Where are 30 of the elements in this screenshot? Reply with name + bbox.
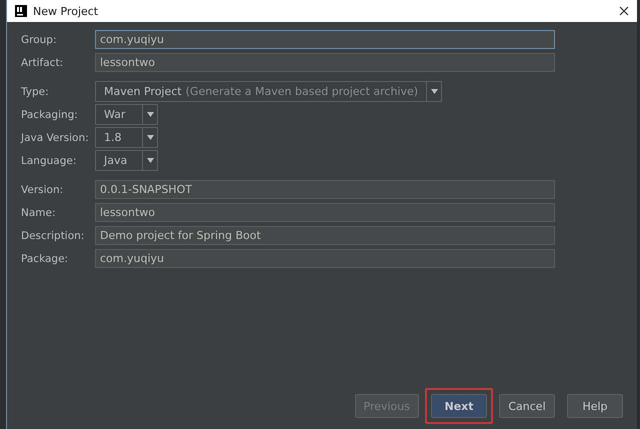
input-field[interactable]: com.yuqiyu (95, 249, 555, 268)
caret-icon (146, 158, 154, 163)
close-icon[interactable] (619, 6, 629, 16)
field-label: Group: (21, 34, 58, 46)
input-field[interactable]: 0.0.1-SNAPSHOT (95, 180, 555, 199)
window-title: New Project (33, 4, 100, 18)
help-button[interactable]: Help (567, 394, 623, 418)
field-label: Package: (21, 252, 70, 264)
input-field[interactable]: lessontwo (95, 203, 555, 222)
dropdown[interactable]: War (95, 104, 158, 125)
field-label: Description: (21, 230, 86, 242)
field-label: Type: (21, 86, 50, 98)
caret-icon (146, 135, 154, 140)
input-field[interactable]: com.yuqiyu (95, 30, 555, 49)
cancel-button[interactable]: Cancel (499, 394, 555, 418)
next-button[interactable]: Next (431, 394, 487, 418)
field-label: Java Version: (21, 132, 90, 144)
field-label: Language: (21, 154, 78, 166)
app-logo-icon (15, 5, 27, 17)
field-label: Version: (21, 184, 64, 196)
input-field[interactable]: Demo project for Spring Boot (95, 226, 555, 245)
caret-icon (146, 112, 154, 117)
dropdown[interactable]: Maven Project (Generate a Maven based project archive) (95, 81, 442, 102)
dropdown[interactable]: Java (95, 150, 158, 171)
field-label: Name: (21, 206, 57, 218)
input-field[interactable]: lessontwo (95, 53, 555, 72)
field-label: Artifact: (21, 56, 64, 68)
dropdown[interactable]: 1.8 (95, 127, 158, 148)
field-label: Packaging: (21, 108, 79, 120)
caret-icon (430, 89, 438, 94)
